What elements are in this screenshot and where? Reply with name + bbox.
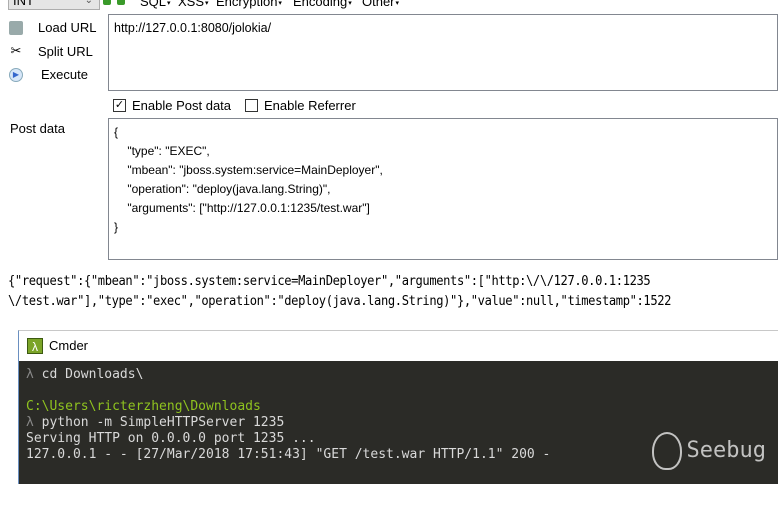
increase-icon[interactable]: [117, 0, 125, 5]
menu-other[interactable]: Other▾: [362, 0, 399, 9]
menu-encryption[interactable]: Encryption▾: [216, 0, 282, 9]
enable-referrer-checkbox[interactable]: Enable Referrer: [245, 98, 356, 113]
menu-encoding[interactable]: Encoding▾: [293, 0, 352, 9]
terminal[interactable]: λ cd Downloads\ C:\Users\ricterzheng\Dow…: [19, 361, 778, 484]
menu-sql[interactable]: SQL▾: [140, 0, 171, 9]
window-title: Cmder: [49, 338, 89, 353]
terminal-line: λ python -m SimpleHTTPServer 1235: [26, 415, 285, 430]
terminal-path: C:\Users\ricterzheng\Downloads: [26, 399, 261, 414]
post-data-input[interactable]: { "type": "EXEC", "mbean": "jboss.system…: [108, 118, 778, 260]
url-input[interactable]: http://127.0.0.1:8080/jolokia/: [108, 14, 778, 91]
cmder-logo-icon: λ: [27, 337, 43, 354]
terminal-line: λ cd Downloads\: [26, 367, 144, 382]
seebug-watermark: Seebug: [651, 432, 766, 470]
menu-label: Encoding: [293, 0, 348, 9]
menu-xss[interactable]: XSS▾: [178, 0, 209, 9]
seebug-logo-icon: [651, 432, 682, 470]
watermark-text: Seebug: [686, 438, 766, 463]
enable-post-checkbox[interactable]: ✓ Enable Post data: [113, 98, 231, 113]
load-url-button[interactable]: Load URL: [38, 20, 97, 35]
method-select[interactable]: INT ⌄: [8, 0, 100, 10]
decrease-icon[interactable]: [103, 0, 111, 5]
split-url-button[interactable]: Split URL: [38, 44, 93, 59]
chevron-down-icon: ⌄: [84, 0, 93, 6]
checkbox-checked: ✓: [113, 99, 126, 112]
cmder-titlebar[interactable]: λ Cmder: [19, 331, 778, 360]
checkbox-label: Enable Post data: [132, 98, 232, 113]
menu-label: Other: [362, 0, 395, 9]
response-line: \/test.war"],"type":"exec","operation":"…: [8, 294, 672, 309]
load-url-icon: [9, 21, 23, 35]
cmder-window: λ Cmder λ cd Downloads\ C:\Users\ricterzh…: [18, 330, 778, 484]
menu-label: Encryption: [216, 0, 278, 9]
method-select-value: INT: [13, 0, 34, 8]
execute-button[interactable]: Execute: [41, 67, 88, 82]
menu-label: SQL: [140, 0, 167, 9]
execute-icon: ▶: [9, 68, 23, 82]
post-data-label: Post data: [10, 121, 65, 136]
checkbox-label: Enable Referrer: [264, 98, 356, 113]
response-line: {"request":{"mbean":"jboss.system:servic…: [8, 274, 651, 289]
scissors-icon: ✂: [10, 43, 22, 58]
checkbox-unchecked: [245, 99, 258, 112]
menu-label: XSS: [178, 0, 205, 9]
